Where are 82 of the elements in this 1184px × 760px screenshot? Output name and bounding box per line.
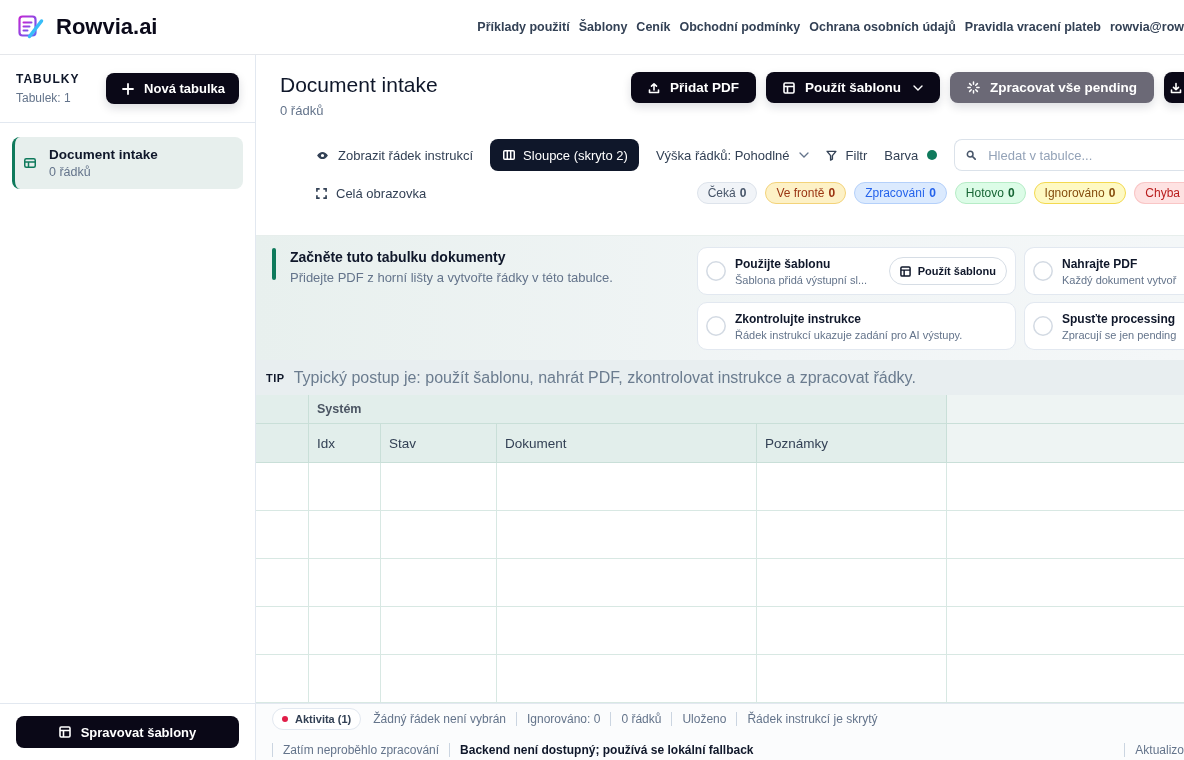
column-header[interactable]: Idx xyxy=(308,424,380,463)
table-title: Document intake xyxy=(280,72,438,98)
table-cell xyxy=(308,607,380,655)
status-text: Řádek instrukcí je skrytý xyxy=(747,712,878,726)
table-cell xyxy=(308,511,380,559)
step-title: Spusťte processing xyxy=(1062,311,1177,326)
action-button[interactable] xyxy=(1164,72,1184,103)
fullscreen-button[interactable]: Celá obrazovka xyxy=(316,185,427,201)
table-cell xyxy=(308,559,380,607)
table-icon xyxy=(24,158,36,168)
color-button[interactable]: Barva xyxy=(884,147,938,163)
notepad-pen-icon xyxy=(18,14,44,40)
step-title: Nahrajte PDF xyxy=(1062,256,1139,271)
table-cell xyxy=(308,463,380,511)
nav-link[interactable]: Příklady použití xyxy=(477,20,570,34)
status-filter-chip[interactable]: Čeká 0 xyxy=(696,182,758,204)
column-header[interactable]: Poznámky xyxy=(756,424,946,463)
status-text: Aktualizo xyxy=(1135,743,1184,757)
nav-link[interactable]: Obchodní podmínky xyxy=(679,20,801,34)
row-count: 0 řádků xyxy=(280,103,325,118)
chevron-down-icon xyxy=(798,152,809,158)
status-filter-chip[interactable]: Chyba xyxy=(1134,182,1184,204)
spinner-icon xyxy=(966,81,980,94)
row-count: 0 řádků xyxy=(49,165,92,179)
sidebar-heading: TABULKY xyxy=(16,72,80,86)
columns-icon xyxy=(503,150,516,160)
account-link[interactable]: rowvia@row xyxy=(1110,20,1184,34)
column-header[interactable]: Stav xyxy=(380,424,496,463)
download-icon xyxy=(1170,81,1182,94)
status-filter-chip[interactable]: Ve frontě 0 xyxy=(765,182,847,204)
brand-name: Rowvia.ai xyxy=(56,14,158,40)
status-text: Zatím neproběhlo zpracování xyxy=(283,743,440,757)
status-filter-chip[interactable]: Zpracování 0 xyxy=(854,182,947,204)
status-text: Backend není dostupný; používá se lokální fallback xyxy=(460,743,754,757)
layout-icon xyxy=(899,265,911,277)
expand-icon xyxy=(316,187,327,199)
new-table-button[interactable]: Nová tabulka xyxy=(106,73,239,104)
dropdown-button[interactable]: Použít šablonu xyxy=(765,72,940,103)
step-title: Zkontrolujte instrukce xyxy=(735,311,863,326)
caret-icon xyxy=(912,84,923,91)
layout-icon xyxy=(782,81,795,94)
filter-icon xyxy=(825,149,837,161)
upload-icon xyxy=(647,81,660,94)
column-group-header: Systém xyxy=(308,395,946,424)
nav-link[interactable]: Ceník xyxy=(636,20,671,34)
status-text: Žádný řádek není vybrán xyxy=(373,712,506,726)
sidebar-item[interactable]: Document intake 0 řádků xyxy=(12,137,243,189)
step-description: Šablona přidá výstupní sl... xyxy=(735,273,868,286)
action-button[interactable]: Přidat PDF xyxy=(630,72,756,103)
step-description: Každý dokument vytvoř xyxy=(1062,273,1177,286)
step-title: Použijte šablonu xyxy=(735,256,832,271)
onboarding-text: Přidejte PDF z horní lišty a vytvořte řádky v této tabulce. xyxy=(290,270,613,285)
tip-text: Typický postup je: použít šablonu, nahrát PDF, zkontrolovat instrukce a zpracovat řádky. xyxy=(293,368,916,387)
filter-button[interactable]: Filtr xyxy=(825,147,868,163)
tip-label: TIP xyxy=(266,371,285,384)
nav-link[interactable]: Pravidla vracení plateb xyxy=(964,20,1101,34)
status-dot-icon xyxy=(282,716,288,722)
manage-templates-button[interactable]: Spravovat šablony xyxy=(16,716,239,748)
show-instructions-toggle[interactable]: Zobrazit řádek instrukcí xyxy=(316,147,474,163)
step-description: Řádek instrukcí ukazuje zadání pro AI výstupy. xyxy=(735,328,963,341)
row-height-select[interactable]: Výška řádků: Pohodlné xyxy=(655,147,809,163)
status-text: Uloženo xyxy=(682,712,727,726)
nav-link[interactable]: Šablony xyxy=(578,20,628,34)
eye-icon xyxy=(316,150,329,160)
accent-bar xyxy=(272,248,276,280)
status-filter-chip[interactable]: Ignorováno 0 xyxy=(1033,182,1127,204)
plus-icon xyxy=(122,82,135,95)
status-text: Ignorováno: 0 xyxy=(527,712,601,726)
table-count: Tabulek: 1 xyxy=(16,91,72,105)
use-template-button[interactable]: Použít šablonu xyxy=(888,257,1007,285)
status-text: 0 řádků xyxy=(621,712,662,726)
onboarding-title: Začněte tuto tabulku dokumenty xyxy=(290,249,507,265)
activity-button[interactable]: Aktivita (1) xyxy=(272,708,362,730)
search-field[interactable]: Hledat v tabulce... xyxy=(954,139,1184,171)
search-icon xyxy=(966,150,977,160)
nav-link[interactable]: Ochrana osobních údajů xyxy=(809,20,956,34)
column-header[interactable]: Dokument xyxy=(496,424,756,463)
columns-button[interactable]: Sloupce (skryto 2) xyxy=(490,139,639,171)
status-filter-chip[interactable]: Hotovo 0 xyxy=(954,182,1026,204)
layout-icon xyxy=(58,726,71,738)
table-name: Document intake xyxy=(49,147,158,162)
step-description: Zpracují se jen pending xyxy=(1062,328,1177,341)
